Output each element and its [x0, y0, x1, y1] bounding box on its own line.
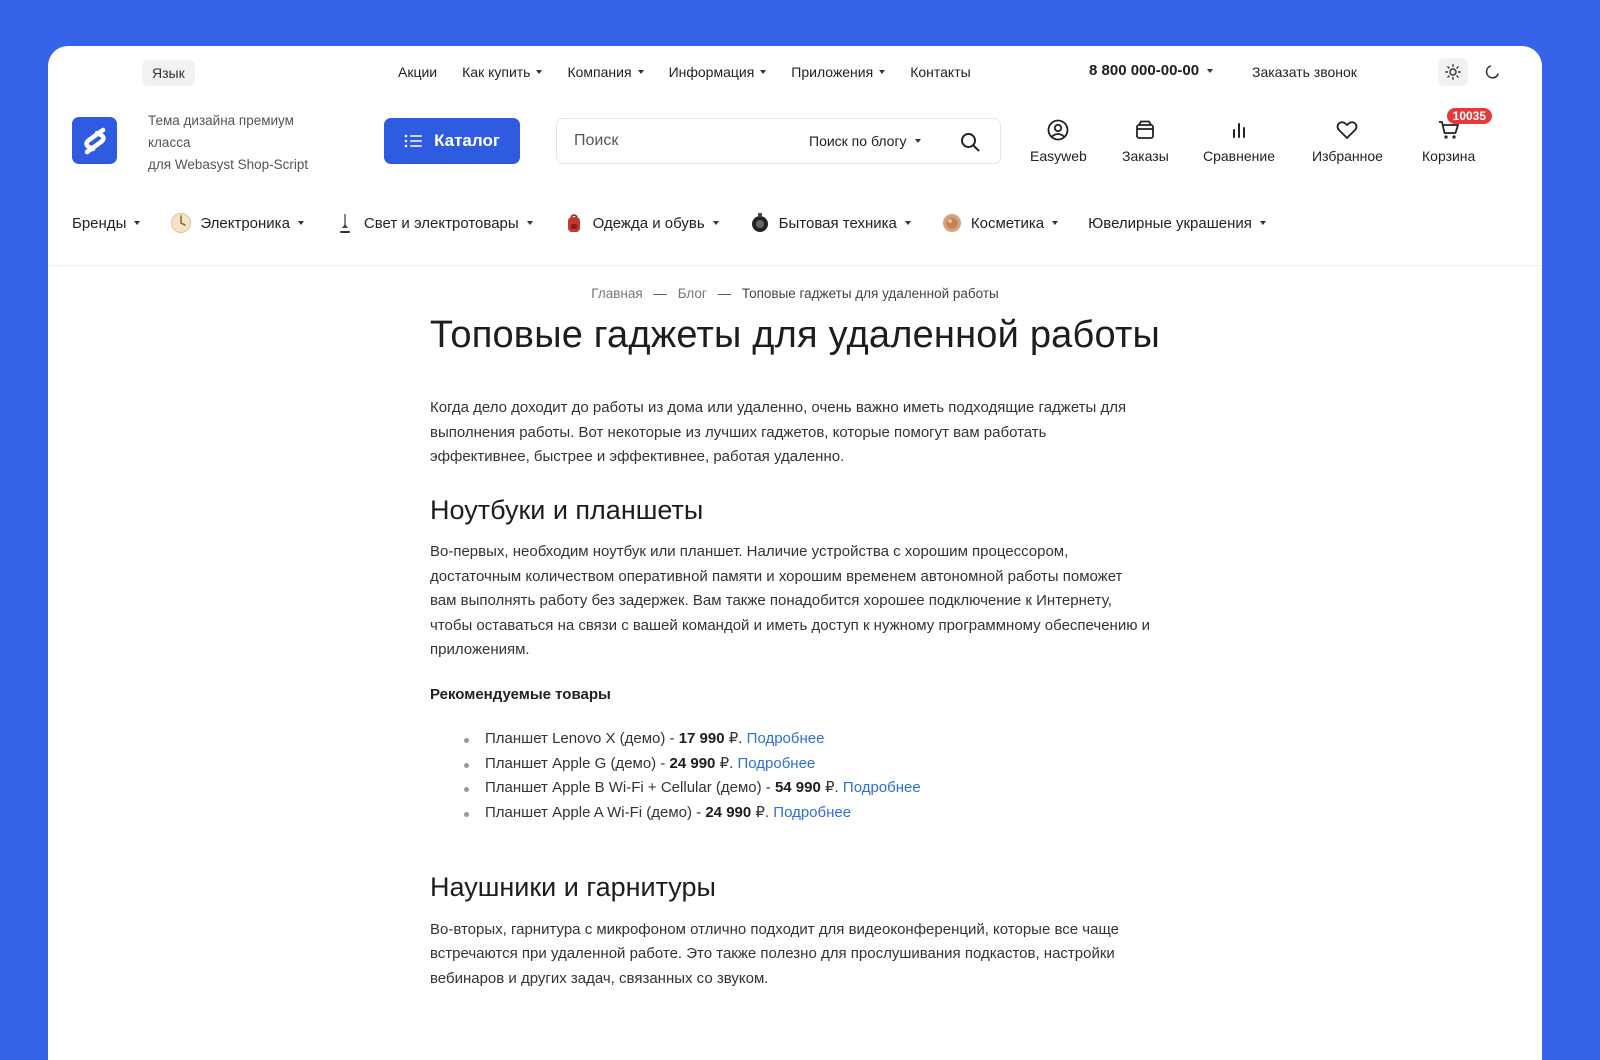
compare-button[interactable]: Сравнение [1203, 118, 1275, 164]
breadcrumb-blog[interactable]: Блог [678, 286, 707, 301]
light-theme-button[interactable] [1438, 58, 1468, 86]
heart-icon [1335, 118, 1359, 142]
browser-window: Язык Акции Как купить Компания Информаци… [48, 46, 1542, 1060]
header-actions: Easyweb Заказы Сравнение Избранное 10035… [48, 108, 1542, 168]
category-brands[interactable]: Бренды [72, 212, 141, 234]
product-details-link[interactable]: Подробнее [747, 730, 825, 747]
lamp-icon [334, 212, 356, 234]
moon-icon [1485, 65, 1499, 79]
caret-down-icon [526, 221, 533, 225]
callback-link[interactable]: Заказать звонок [1252, 64, 1357, 80]
cart-count-badge: 10035 [1446, 108, 1493, 124]
caret-down-icon [904, 221, 911, 225]
appliance-icon [749, 212, 771, 234]
page-title: Топовые гаджеты для удаленной работы [429, 314, 1161, 356]
top-nav-item-information[interactable]: Информация [669, 64, 767, 80]
breadcrumb-home[interactable]: Главная [591, 286, 642, 301]
top-nav-item-apps[interactable]: Приложения [791, 64, 886, 80]
caret-down-icon [1052, 221, 1059, 225]
list-item: Планшет Apple A Wi-Fi (демо) - 24 990 ₽.… [460, 801, 1150, 826]
category-electronics[interactable]: Электроника [170, 212, 304, 234]
list-item: Планшет Apple G (демо) - 24 990 ₽. Подро… [460, 752, 1150, 777]
cart-icon: 10035 [1437, 108, 1493, 142]
category-jewelry[interactable]: Ювелирные украшения [1088, 212, 1266, 234]
language-switcher[interactable]: Язык [142, 60, 195, 86]
top-bar: Язык Акции Как купить Компания Информаци… [48, 46, 1542, 100]
product-price: 24 990 [669, 754, 716, 772]
caret-down-icon [712, 221, 719, 225]
sun-icon [1445, 64, 1461, 80]
category-nav: Бренды Электроника Свет и электротовары … [72, 212, 1266, 234]
bar-chart-icon [1227, 118, 1251, 142]
article-body: Когда дело доходит до работы из дома или… [430, 396, 1150, 991]
dark-theme-button[interactable] [1480, 60, 1504, 84]
list-item: Планшет Lenovo X (демо) - 17 990 ₽. Подр… [460, 727, 1150, 752]
section-title-laptops: Ноутбуки и планшеты [430, 494, 704, 525]
section-text-laptops: Во-первых, необходим ноутбук или планшет… [430, 543, 1150, 658]
orders-button[interactable]: Заказы [1122, 118, 1169, 164]
electronics-icon [170, 212, 192, 234]
top-nav-item-contacts[interactable]: Контакты [910, 64, 970, 80]
top-nav: Акции Как купить Компания Информация При… [398, 64, 971, 80]
top-nav-item-promotions[interactable]: Акции [398, 64, 437, 80]
caret-down-icon [637, 70, 644, 74]
category-cosmetics[interactable]: Косметика [941, 212, 1059, 234]
product-details-link[interactable]: Подробнее [737, 755, 815, 772]
product-price: 17 990 [678, 730, 725, 747]
category-clothing[interactable]: Одежда и обувь [563, 212, 719, 234]
product-details-link[interactable]: Подробнее [843, 779, 921, 796]
product-details-link[interactable]: Подробнее [773, 804, 851, 821]
cart-button[interactable]: 10035 Корзина [1422, 108, 1493, 164]
favorites-button[interactable]: Избранное [1312, 118, 1383, 164]
breadcrumb-separator: — [653, 286, 667, 301]
caret-down-icon [134, 221, 141, 225]
list-item: Планшет Apple B Wi-Fi + Cellular (демо) … [460, 776, 1150, 801]
caret-down-icon [1259, 221, 1266, 225]
breadcrumb-separator: — [717, 286, 732, 301]
top-nav-item-how-to-buy[interactable]: Как купить [462, 64, 543, 80]
article-intro: Когда дело доходит до работы из дома или… [430, 399, 1127, 465]
product-price: 24 990 [705, 803, 752, 821]
caret-down-icon [879, 70, 886, 74]
caret-down-icon [1207, 68, 1214, 73]
header-divider [48, 265, 1542, 266]
top-nav-item-company[interactable]: Компания [567, 64, 644, 80]
recommended-products-title: Рекомендуемые товары [430, 685, 611, 703]
caret-down-icon [536, 70, 543, 74]
section-title-headphones: Наушники и гарнитуры [430, 872, 716, 902]
account-button[interactable]: Easyweb [1030, 118, 1087, 164]
caret-down-icon [297, 221, 304, 225]
backpack-icon [563, 212, 585, 234]
package-icon [1133, 118, 1157, 142]
phone-number[interactable]: 8 800 000-00-00 [1089, 62, 1214, 79]
category-appliances[interactable]: Бытовая техника [749, 212, 911, 234]
recommended-products-list: Планшет Lenovo X (демо) - 17 990 ₽. Подр… [430, 727, 1150, 825]
category-lighting[interactable]: Свет и электротовары [334, 212, 533, 234]
user-icon [1046, 118, 1070, 142]
product-price: 54 990 [774, 779, 821, 796]
breadcrumb-current: Топовые гаджеты для удаленной работы [741, 286, 999, 301]
section-text-headphones: Во-вторых, гарнитура с микрофоном отличн… [430, 920, 1119, 987]
caret-down-icon [760, 70, 767, 74]
breadcrumb: Главная — Блог — Топовые гаджеты для уда… [48, 286, 1542, 301]
cosmetics-icon [941, 212, 963, 234]
